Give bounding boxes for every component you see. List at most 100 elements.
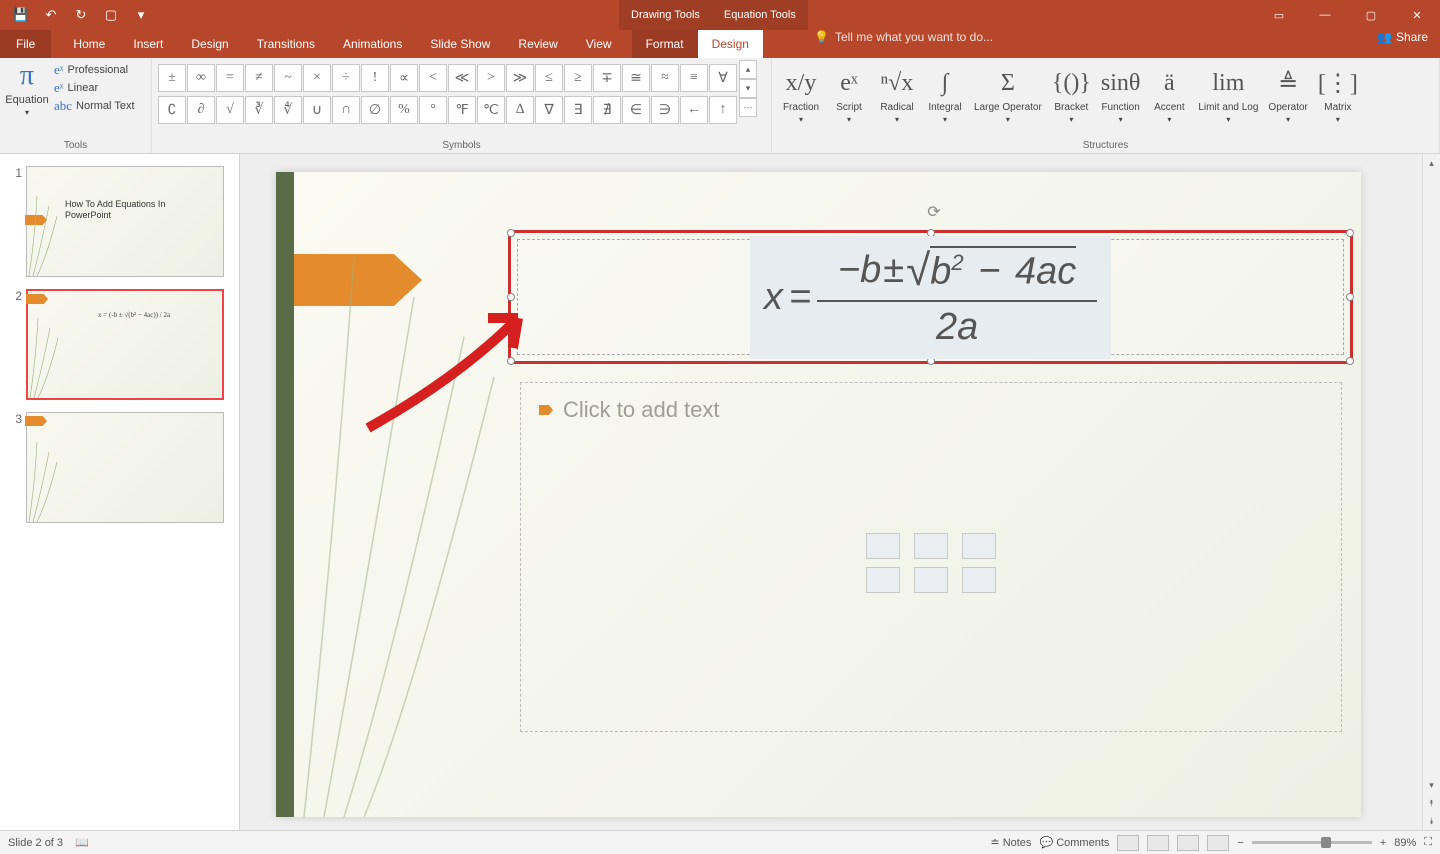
comments-button[interactable]: 💬 Comments bbox=[1039, 836, 1109, 849]
zoom-percent[interactable]: 89% bbox=[1394, 837, 1416, 849]
symbol-cell[interactable]: ≅ bbox=[622, 64, 650, 92]
symbol-cell[interactable]: ≪ bbox=[448, 64, 476, 92]
matrix-button[interactable]: [⋮]Matrix▾ bbox=[1314, 62, 1362, 126]
start-show-icon[interactable]: ▢ bbox=[98, 3, 124, 27]
symbol-cell[interactable]: ∓ bbox=[593, 64, 621, 92]
symbol-cell[interactable]: ℉ bbox=[448, 96, 476, 124]
zoom-thumb[interactable] bbox=[1321, 837, 1331, 848]
symbol-cell[interactable]: ÷ bbox=[332, 64, 360, 92]
slideshow-view-icon[interactable] bbox=[1207, 835, 1229, 851]
tell-me-search[interactable]: 💡 Tell me what you want to do... bbox=[814, 30, 993, 44]
equation-content[interactable]: x = −b ± √ b2 bbox=[517, 239, 1344, 355]
tab-slideshow[interactable]: Slide Show bbox=[416, 30, 504, 58]
spellcheck-icon[interactable]: 📖 bbox=[75, 836, 89, 849]
fraction-button[interactable]: x/yFraction▾ bbox=[778, 62, 824, 126]
tab-transitions[interactable]: Transitions bbox=[243, 30, 329, 58]
equation-textbox[interactable]: x = −b ± √ b2 bbox=[508, 230, 1353, 364]
symbol-cell[interactable]: ≤ bbox=[535, 64, 563, 92]
sorter-view-icon[interactable] bbox=[1147, 835, 1169, 851]
symbol-cell[interactable]: ∁ bbox=[158, 96, 186, 124]
symbol-cell[interactable]: ~ bbox=[274, 64, 302, 92]
notes-button[interactable]: ≐ Notes bbox=[990, 836, 1031, 849]
vertical-scrollbar[interactable]: ▴ ▾ ⯭ ⯯ bbox=[1422, 154, 1440, 830]
symbol-cell[interactable]: ∄ bbox=[593, 96, 621, 124]
insert-chart-icon[interactable] bbox=[914, 533, 948, 559]
symbol-cell[interactable]: ℃ bbox=[477, 96, 505, 124]
thumbnail-1[interactable]: 1 How To Add Equations In PowerPoint bbox=[8, 166, 231, 277]
close-icon[interactable]: ✕ bbox=[1394, 0, 1440, 30]
symbol-cell[interactable]: ∞ bbox=[187, 64, 215, 92]
symbol-cell[interactable]: = bbox=[216, 64, 244, 92]
insert-table-icon[interactable] bbox=[866, 533, 900, 559]
resize-handle[interactable] bbox=[507, 357, 515, 365]
reading-view-icon[interactable] bbox=[1177, 835, 1199, 851]
integral-button[interactable]: ∫Integral▾ bbox=[922, 62, 968, 126]
share-button[interactable]: 👥 Share bbox=[1377, 30, 1428, 44]
resize-handle[interactable] bbox=[507, 293, 515, 301]
symbol-cell[interactable]: ∝ bbox=[390, 64, 418, 92]
limit_log-button[interactable]: limLimit and Log▾ bbox=[1194, 62, 1262, 126]
redo-icon[interactable]: ↻ bbox=[68, 3, 94, 27]
symbols-more-icon[interactable]: ⋯ bbox=[739, 98, 757, 117]
next-slide-icon[interactable]: ⯯ bbox=[1423, 812, 1440, 830]
slide-canvas[interactable]: ⟳ x = −b bbox=[276, 172, 1361, 817]
minimize-icon[interactable]: — bbox=[1302, 0, 1348, 30]
symbol-cell[interactable]: ∪ bbox=[303, 96, 331, 124]
tab-design[interactable]: Design bbox=[177, 30, 242, 58]
rotate-handle-icon[interactable]: ⟳ bbox=[927, 202, 940, 222]
prev-slide-icon[interactable]: ⯭ bbox=[1423, 794, 1440, 812]
radical-button[interactable]: ⁿ√xRadical▾ bbox=[874, 62, 920, 126]
ribbon-display-icon[interactable]: ▭ bbox=[1256, 0, 1302, 30]
save-icon[interactable]: 💾 bbox=[8, 3, 34, 27]
linear-button[interactable]: eˣLinear bbox=[54, 80, 135, 96]
normal-text-button[interactable]: abcNormal Text bbox=[54, 98, 135, 114]
symbol-cell[interactable]: ∈ bbox=[622, 96, 650, 124]
insert-picture-icon[interactable] bbox=[866, 567, 900, 593]
symbol-cell[interactable]: ∆ bbox=[506, 96, 534, 124]
script-button[interactable]: eˣScript▾ bbox=[826, 62, 872, 126]
symbol-cell[interactable]: ≫ bbox=[506, 64, 534, 92]
symbol-cell[interactable]: ∅ bbox=[361, 96, 389, 124]
tab-file[interactable]: File bbox=[0, 30, 51, 58]
zoom-slider[interactable] bbox=[1252, 841, 1372, 844]
symbol-cell[interactable]: ← bbox=[680, 96, 708, 124]
symbols-scroll-up-icon[interactable]: ▴ bbox=[739, 60, 757, 79]
zoom-out-icon[interactable]: − bbox=[1237, 837, 1243, 849]
symbol-cell[interactable]: ∛ bbox=[245, 96, 273, 124]
symbol-cell[interactable]: ∜ bbox=[274, 96, 302, 124]
symbol-cell[interactable]: ° bbox=[419, 96, 447, 124]
qat-more-icon[interactable]: ▾ bbox=[128, 3, 154, 27]
normal-view-icon[interactable] bbox=[1117, 835, 1139, 851]
content-placeholder[interactable]: Click to add text bbox=[520, 382, 1342, 732]
tab-insert[interactable]: Insert bbox=[119, 30, 177, 58]
thumbnail-2[interactable]: 2 x = (-b ± √(b² − 4ac)) / 2a bbox=[8, 289, 231, 400]
symbol-cell[interactable]: ≥ bbox=[564, 64, 592, 92]
symbol-cell[interactable]: < bbox=[419, 64, 447, 92]
tab-format[interactable]: Format bbox=[632, 30, 698, 58]
symbol-cell[interactable]: ∂ bbox=[187, 96, 215, 124]
slide-editor[interactable]: ⟳ x = −b bbox=[240, 154, 1440, 830]
resize-handle[interactable] bbox=[507, 229, 515, 237]
large_operator-button[interactable]: ΣLarge Operator▾ bbox=[970, 62, 1046, 126]
quadratic-formula[interactable]: x = −b ± √ b2 bbox=[764, 246, 1097, 349]
resize-handle[interactable] bbox=[1346, 293, 1354, 301]
undo-icon[interactable]: ↶ bbox=[38, 3, 64, 27]
insert-video-icon[interactable] bbox=[962, 567, 996, 593]
thumbnail-3[interactable]: 3 bbox=[8, 412, 231, 523]
symbol-cell[interactable]: ∋ bbox=[651, 96, 679, 124]
equation-button[interactable]: π Equation ▾ bbox=[6, 60, 48, 117]
symbol-cell[interactable]: ≈ bbox=[651, 64, 679, 92]
symbol-cell[interactable]: √ bbox=[216, 96, 244, 124]
function-button[interactable]: sinθFunction▾ bbox=[1097, 62, 1145, 126]
symbol-cell[interactable]: ≠ bbox=[245, 64, 273, 92]
operator-button[interactable]: ≜Operator▾ bbox=[1264, 62, 1311, 126]
symbol-cell[interactable]: ≡ bbox=[680, 64, 708, 92]
maximize-icon[interactable]: ▢ bbox=[1348, 0, 1394, 30]
accent-button[interactable]: äAccent▾ bbox=[1146, 62, 1192, 126]
tab-animations[interactable]: Animations bbox=[329, 30, 416, 58]
tab-equation-design[interactable]: Design bbox=[698, 30, 763, 58]
symbol-cell[interactable]: × bbox=[303, 64, 331, 92]
bracket-button[interactable]: {()}Bracket▾ bbox=[1048, 62, 1095, 126]
symbol-cell[interactable]: ∃ bbox=[564, 96, 592, 124]
fit-to-window-icon[interactable]: ⛶ bbox=[1424, 836, 1432, 849]
